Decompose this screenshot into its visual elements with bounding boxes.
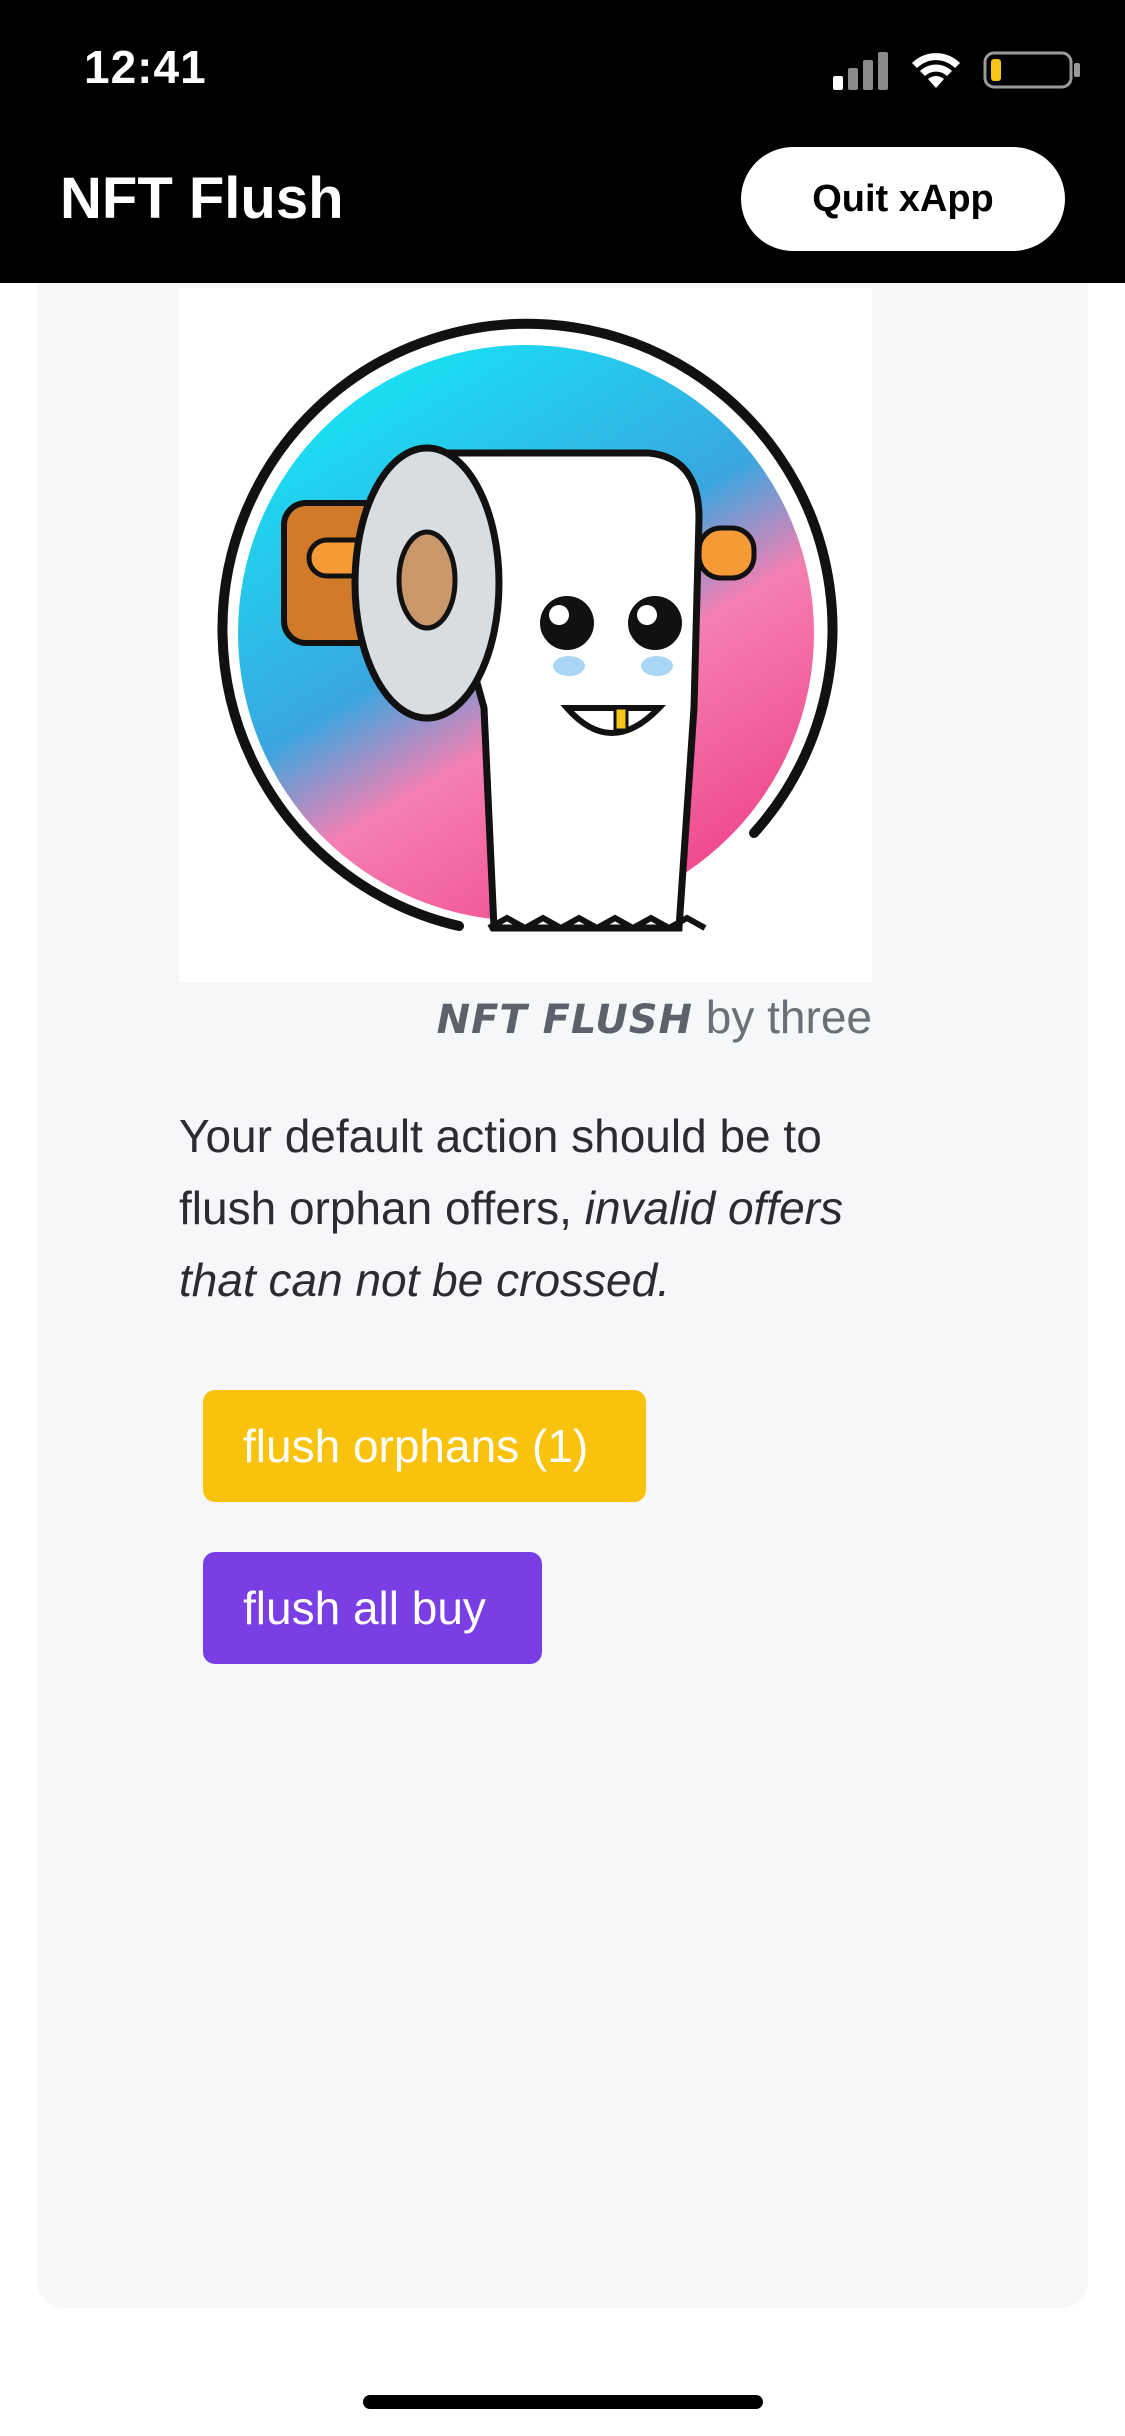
app-title: NFT Flush [60, 166, 344, 231]
battery-icon [983, 51, 1080, 89]
flush-all-buy-button[interactable]: flush all buy [203, 1552, 542, 1664]
credit-author: by three [705, 991, 872, 1043]
wifi-icon [912, 53, 960, 88]
signal-icon [833, 52, 888, 90]
logo-credit: NFT FLUSH by three [179, 990, 872, 1044]
status-icons [833, 50, 1083, 90]
instructions-text: Your default action should be to flush o… [179, 1100, 899, 1316]
credit-brand: NFT FLUSH [436, 997, 693, 1043]
toilet-paper-mascot-icon [217, 318, 838, 932]
top-bar: 12:41 NFT Flush Quit xApp [0, 0, 1125, 283]
nft-flush-logo [179, 288, 872, 982]
home-indicator[interactable] [363, 2395, 763, 2409]
flush-orphans-button[interactable]: flush orphans (1) [203, 1390, 646, 1502]
quit-xapp-button[interactable]: Quit xApp [741, 147, 1065, 251]
status-time: 12:41 [84, 41, 207, 93]
